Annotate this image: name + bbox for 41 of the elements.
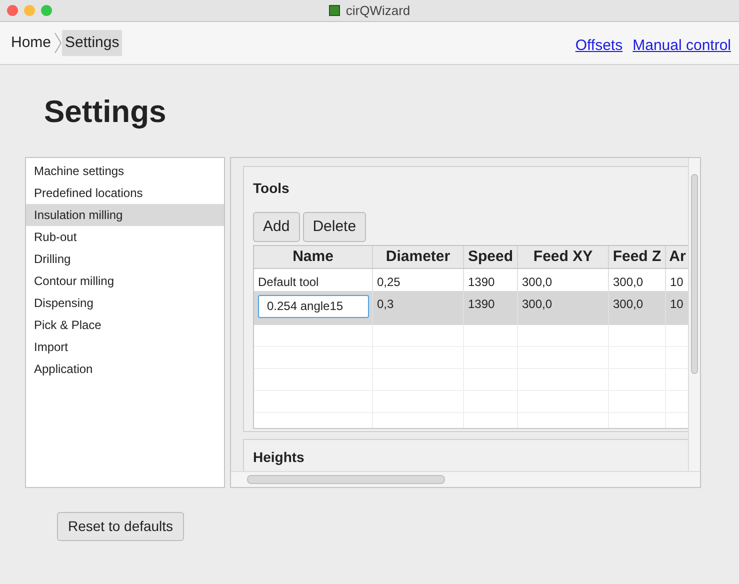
toolbar-button[interactable]: Delete — [302, 212, 366, 242]
column-header[interactable]: Feed Z — [609, 246, 666, 268]
scroll-thumb[interactable] — [691, 174, 698, 374]
column-header[interactable]: Name — [254, 246, 373, 268]
table-cell: 1390 — [464, 291, 518, 325]
table-cell: 300,0 — [609, 291, 666, 325]
vertical-scrollbar[interactable] — [688, 158, 700, 471]
chevron-icon — [54, 32, 62, 54]
cell-edit-field[interactable]: 0.254 angle15 — [258, 295, 369, 318]
settings-list-item[interactable]: Dispensing — [26, 292, 224, 314]
settings-list-item[interactable]: Contour milling — [26, 270, 224, 292]
toolbar-button[interactable]: Add — [253, 212, 300, 242]
minimize-icon[interactable] — [24, 5, 35, 16]
settings-list-item[interactable]: Drilling — [26, 248, 224, 270]
table-cell: 300,0 — [518, 291, 609, 325]
settings-list-item[interactable]: Rub-out — [26, 226, 224, 248]
settings-list-item[interactable]: Machine settings — [26, 160, 224, 182]
maximize-icon[interactable] — [41, 5, 52, 16]
nav-link[interactable]: Offsets — [575, 34, 623, 58]
column-header[interactable]: Diameter — [373, 246, 464, 268]
horizontal-scrollbar[interactable] — [231, 471, 700, 487]
section-title: Tools — [253, 179, 290, 198]
scroll-thumb[interactable] — [247, 475, 445, 484]
column-header[interactable]: Speed — [464, 246, 518, 268]
breadcrumb-item[interactable]: Home — [8, 30, 54, 56]
table-row[interactable]: 0.254 angle15 0,3 1390 300,0 300,0 10 — [254, 291, 688, 325]
table-cell: 0,3 — [373, 291, 464, 325]
close-icon[interactable] — [7, 5, 18, 16]
app-icon — [328, 5, 340, 16]
reset-button[interactable]: Reset to defaults — [57, 512, 184, 541]
settings-list-item[interactable]: Predefined locations — [26, 182, 224, 204]
window-title: cirQWizard — [346, 2, 410, 20]
section-title: Heights — [253, 449, 306, 465]
settings-list-item[interactable]: Insulation milling — [26, 204, 224, 226]
nav-link[interactable]: Manual control — [632, 34, 731, 58]
settings-list-item[interactable]: Import — [26, 336, 224, 358]
page-heading: Settings — [43, 93, 168, 131]
column-header[interactable]: Feed XY — [518, 246, 609, 268]
settings-list-item[interactable]: Pick & Place — [26, 314, 224, 336]
breadcrumb-item[interactable]: Settings — [62, 30, 122, 56]
settings-list-item[interactable]: Application — [26, 358, 224, 380]
